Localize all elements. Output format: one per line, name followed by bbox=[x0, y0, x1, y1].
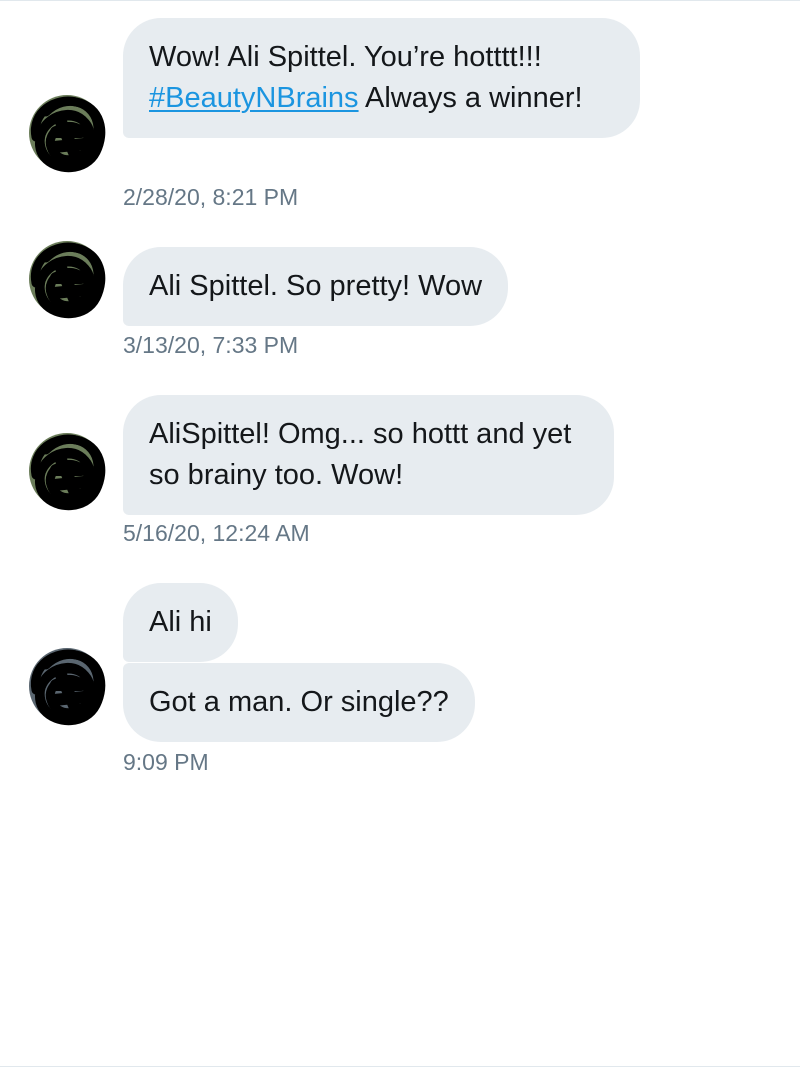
message-bubble[interactable]: Ali hi bbox=[123, 583, 238, 662]
message-bubble[interactable]: Wow! Ali Spittel. You’re hotttt!!! #Beau… bbox=[123, 18, 640, 138]
scribbled-avatar-icon bbox=[29, 241, 106, 319]
message-text: Ali Spittel. So pretty! Wow bbox=[149, 270, 483, 302]
message-text: Ali hi bbox=[149, 606, 212, 638]
message-timestamp: 9:09 PM bbox=[123, 749, 209, 775]
message-text: Got a man. Or single?? bbox=[149, 686, 449, 718]
scribbled-avatar-icon bbox=[29, 433, 106, 511]
message-text: Always a winner! bbox=[358, 82, 583, 114]
sender-avatar[interactable] bbox=[26, 238, 108, 320]
message-timestamp: 2/28/20, 8:21 PM bbox=[123, 184, 299, 210]
message-text: AliSpittel! Omg... so hottt and yet so b… bbox=[149, 418, 572, 491]
bottom-divider bbox=[0, 1066, 800, 1067]
message-text: Wow! Ali Spittel. You’re hotttt!!! bbox=[149, 41, 542, 73]
sender-avatar[interactable] bbox=[26, 92, 108, 174]
message-bubble[interactable]: Ali Spittel. So pretty! Wow bbox=[123, 247, 509, 326]
message-timestamp: 3/13/20, 7:33 PM bbox=[123, 332, 299, 358]
sender-avatar[interactable] bbox=[26, 430, 108, 512]
hashtag-link[interactable]: #BeautyNBrains bbox=[149, 82, 359, 114]
message-bubble[interactable]: AliSpittel! Omg... so hottt and yet so b… bbox=[123, 395, 614, 515]
sender-avatar[interactable] bbox=[26, 645, 108, 727]
scribbled-avatar-icon bbox=[29, 95, 106, 173]
message-bubble[interactable]: Got a man. Or single?? bbox=[123, 663, 475, 742]
message-timestamp: 5/16/20, 12:24 AM bbox=[123, 520, 310, 546]
top-divider bbox=[0, 0, 800, 1]
scribbled-avatar-icon bbox=[29, 648, 106, 726]
